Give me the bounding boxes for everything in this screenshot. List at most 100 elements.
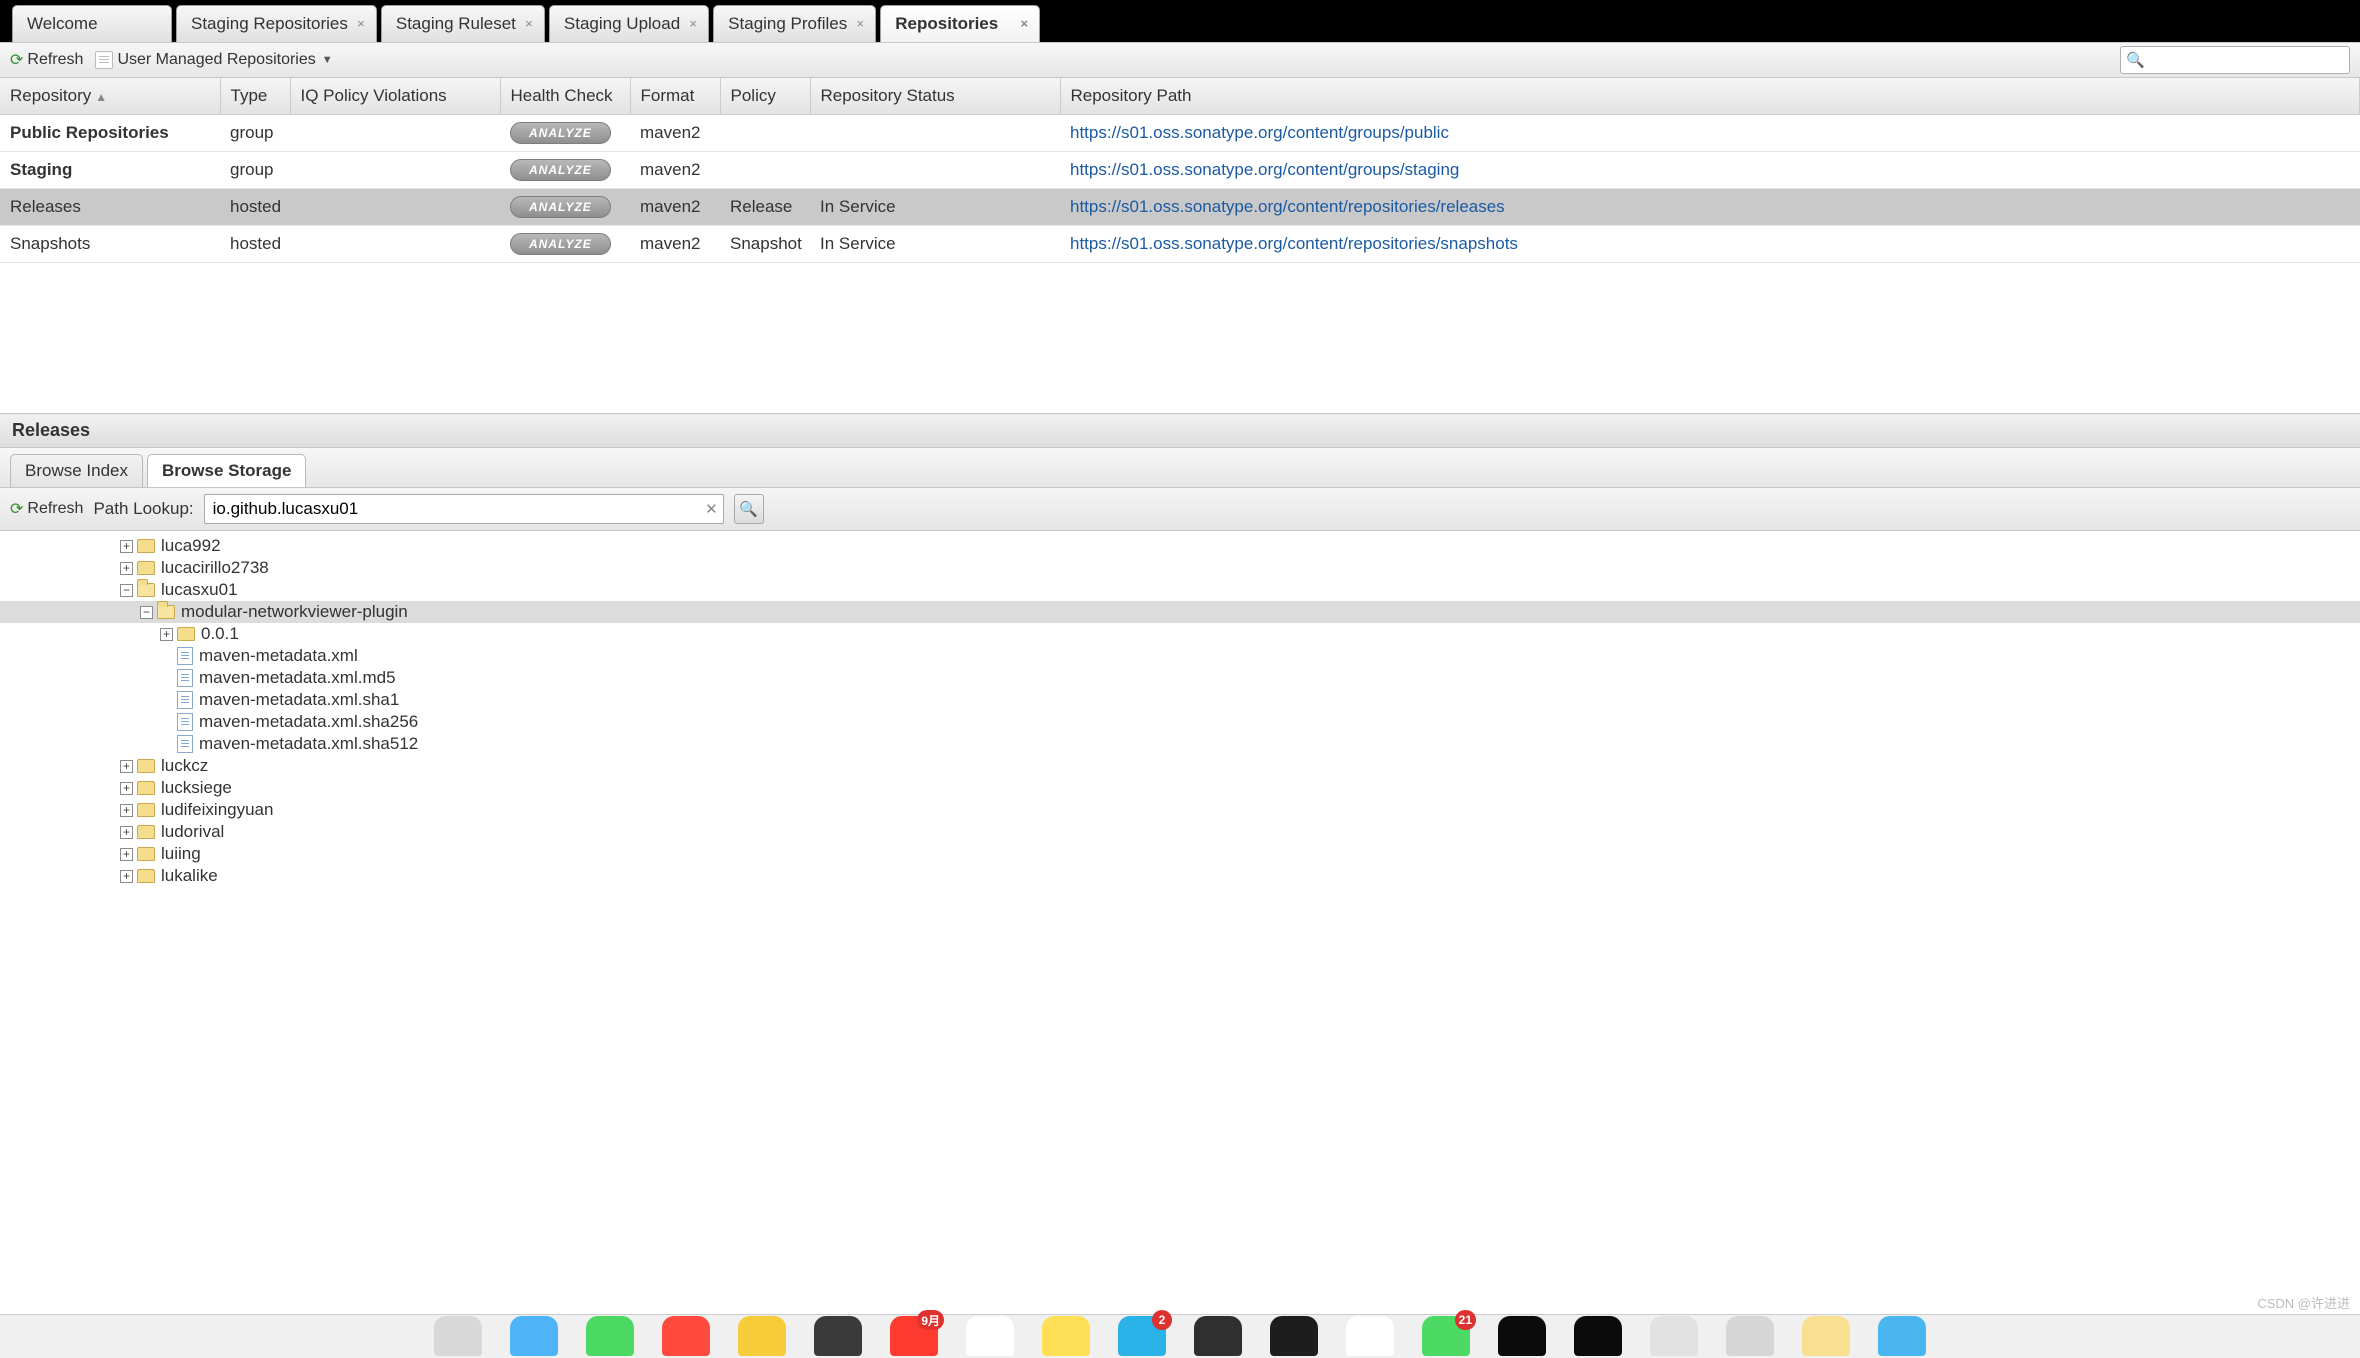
tree-node[interactable]: +lukalike	[0, 865, 2360, 887]
tree-node[interactable]: −modular-networkviewer-plugin	[0, 601, 2360, 623]
dock-app-icon[interactable]	[1650, 1316, 1698, 1356]
table-cell: Release	[720, 189, 810, 226]
dock-app-icon[interactable]	[662, 1316, 710, 1356]
dock-app-icon[interactable]	[738, 1316, 786, 1356]
dock-app-icon[interactable]	[1498, 1316, 1546, 1356]
close-icon[interactable]: ×	[686, 17, 700, 31]
close-icon[interactable]: ×	[853, 17, 867, 31]
table-row[interactable]: ReleaseshostedANALYZEmaven2ReleaseIn Ser…	[0, 189, 2360, 226]
detail-refresh-button[interactable]: ⟳ Refresh	[10, 499, 83, 519]
expand-icon[interactable]: +	[120, 848, 133, 861]
column-header[interactable]: Type	[220, 78, 290, 115]
expand-icon[interactable]: +	[120, 760, 133, 773]
dock-app-icon[interactable]: 9月	[890, 1316, 938, 1356]
table-row[interactable]: SnapshotshostedANALYZEmaven2SnapshotIn S…	[0, 226, 2360, 263]
dock-app-icon[interactable]	[966, 1316, 1014, 1356]
tree-node[interactable]: maven-metadata.xml.sha512	[0, 733, 2360, 755]
file-icon	[177, 735, 193, 753]
repository-path-link[interactable]: https://s01.oss.sonatype.org/content/gro…	[1070, 160, 1459, 179]
dock-app-icon[interactable]	[434, 1316, 482, 1356]
clear-icon[interactable]: ✕	[705, 500, 718, 518]
expand-icon[interactable]: +	[120, 870, 133, 883]
collapse-icon[interactable]: −	[120, 584, 133, 597]
repository-path-link[interactable]: https://s01.oss.sonatype.org/content/rep…	[1070, 234, 1518, 253]
dock-app-icon[interactable]	[1346, 1316, 1394, 1356]
dock-app-icon[interactable]	[814, 1316, 862, 1356]
dock-app-icon[interactable]	[586, 1316, 634, 1356]
table-cell: https://s01.oss.sonatype.org/content/rep…	[1060, 226, 2360, 263]
column-header[interactable]: Format	[630, 78, 720, 115]
tree-node[interactable]: +luiing	[0, 843, 2360, 865]
expand-icon[interactable]: +	[120, 782, 133, 795]
tree-node[interactable]: +ludorival	[0, 821, 2360, 843]
subtab-browse-index[interactable]: Browse Index	[10, 454, 143, 487]
tree-node[interactable]: −lucasxu01	[0, 579, 2360, 601]
dock-app-icon[interactable]	[1194, 1316, 1242, 1356]
table-row[interactable]: StaginggroupANALYZEmaven2https://s01.oss…	[0, 152, 2360, 189]
path-lookup-search-button[interactable]: 🔍	[734, 494, 764, 524]
refresh-button[interactable]: ⟳ Refresh	[10, 50, 83, 70]
tab-repositories[interactable]: Repositories×	[880, 5, 1040, 42]
tab-staging-upload[interactable]: Staging Upload×	[549, 5, 709, 42]
table-cell: group	[220, 115, 290, 152]
column-header[interactable]: Repository Status	[810, 78, 1060, 115]
tree-node[interactable]: maven-metadata.xml.sha1	[0, 689, 2360, 711]
tree-node[interactable]: +ludifeixingyuan	[0, 799, 2360, 821]
repository-path-link[interactable]: https://s01.oss.sonatype.org/content/gro…	[1070, 123, 1449, 142]
detail-refresh-label: Refresh	[27, 500, 83, 518]
badge: 9月	[917, 1310, 944, 1330]
expand-icon[interactable]: +	[120, 826, 133, 839]
dock-app-icon[interactable]	[1802, 1316, 1850, 1356]
user-managed-repos-dropdown[interactable]: User Managed Repositories ▼	[95, 51, 332, 69]
column-header[interactable]: Repository▲	[0, 78, 220, 115]
column-header[interactable]: IQ Policy Violations	[290, 78, 500, 115]
analyze-button[interactable]: ANALYZE	[510, 159, 611, 181]
tab-staging-ruleset[interactable]: Staging Ruleset ×	[381, 5, 545, 42]
expand-icon[interactable]: +	[120, 540, 133, 553]
close-icon[interactable]: ×	[522, 17, 536, 31]
dock-app-icon[interactable]	[1042, 1316, 1090, 1356]
tree-node[interactable]: maven-metadata.xml	[0, 645, 2360, 667]
folder-icon	[137, 539, 155, 553]
tree-node[interactable]: maven-metadata.xml.md5	[0, 667, 2360, 689]
dock-app-icon[interactable]	[1270, 1316, 1318, 1356]
tab-staging-repositories[interactable]: Staging Repositories×	[176, 5, 377, 42]
tab-label: Staging Ruleset	[396, 14, 516, 33]
file-icon	[177, 647, 193, 665]
dock-app-icon[interactable]	[1574, 1316, 1622, 1356]
path-lookup-input[interactable]	[204, 494, 724, 524]
analyze-button[interactable]: ANALYZE	[510, 122, 611, 144]
collapse-icon[interactable]: −	[140, 606, 153, 619]
table-row[interactable]: Public RepositoriesgroupANALYZEmaven2htt…	[0, 115, 2360, 152]
expand-icon[interactable]: +	[120, 562, 133, 575]
tab-label: Welcome	[27, 14, 98, 33]
dock-app-icon[interactable]: 2	[1118, 1316, 1166, 1356]
file-icon	[177, 669, 193, 687]
tab-welcome[interactable]: Welcome	[12, 5, 172, 42]
tree-node[interactable]: maven-metadata.xml.sha256	[0, 711, 2360, 733]
dock-app-icon[interactable]	[510, 1316, 558, 1356]
close-icon[interactable]: ×	[1017, 17, 1031, 31]
analyze-button[interactable]: ANALYZE	[510, 233, 611, 255]
repository-path-link[interactable]: https://s01.oss.sonatype.org/content/rep…	[1070, 197, 1505, 216]
search-input[interactable]	[2120, 46, 2350, 74]
dock-app-icon[interactable]	[1878, 1316, 1926, 1356]
tree-node[interactable]: +0.0.1	[0, 623, 2360, 645]
column-header[interactable]: Health Check	[500, 78, 630, 115]
dock-app-icon[interactable]: 21	[1422, 1316, 1470, 1356]
tree-node[interactable]: +lucacirillo2738	[0, 557, 2360, 579]
column-header[interactable]: Repository Path	[1060, 78, 2360, 115]
search-icon: 🔍	[739, 500, 758, 518]
tree-node[interactable]: +luca992	[0, 535, 2360, 557]
subtab-browse-storage[interactable]: Browse Storage	[147, 454, 306, 487]
expand-icon[interactable]: +	[120, 804, 133, 817]
tree-node[interactable]: +lucksiege	[0, 777, 2360, 799]
tab-staging-profiles[interactable]: Staging Profiles×	[713, 5, 876, 42]
analyze-button[interactable]: ANALYZE	[510, 196, 611, 218]
column-header[interactable]: Policy	[720, 78, 810, 115]
expand-icon[interactable]: +	[160, 628, 173, 641]
close-icon[interactable]: ×	[354, 17, 368, 31]
dock-app-icon[interactable]	[1726, 1316, 1774, 1356]
tree-node[interactable]: +luckcz	[0, 755, 2360, 777]
table-cell	[290, 115, 500, 152]
